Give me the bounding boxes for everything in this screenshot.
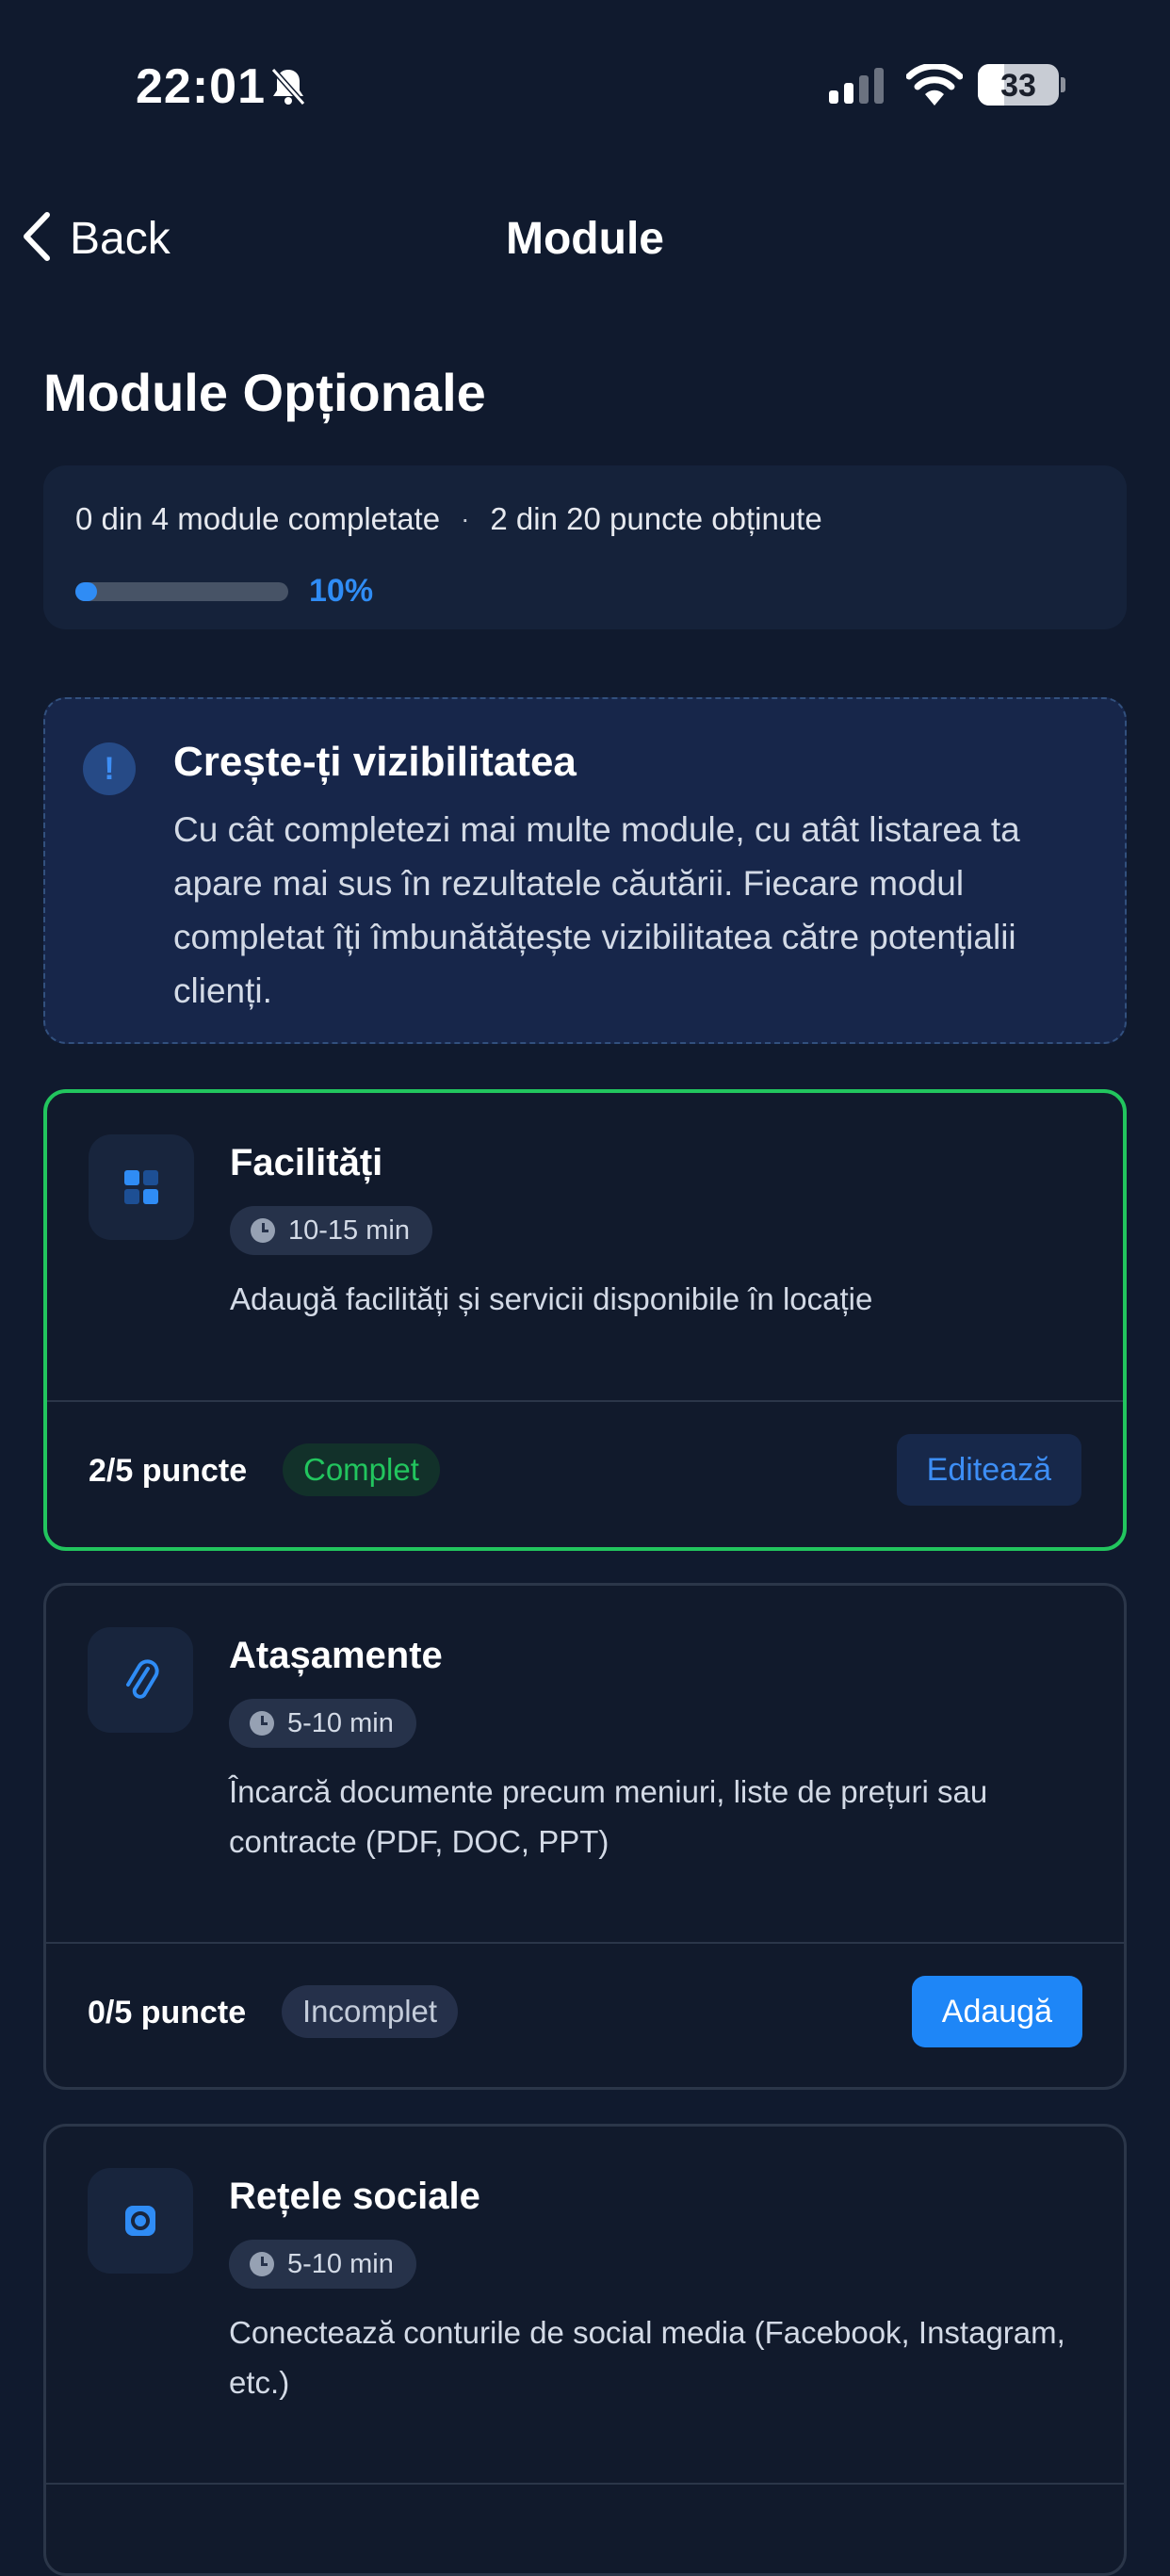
clock-icon [251, 1218, 275, 1243]
duration-badge: 10-15 min [230, 1206, 432, 1255]
points-earned-text: 2 din 20 puncte obținute [490, 501, 822, 536]
visibility-info-card: ! Crește-ți vizibilitatea Cu cât complet… [43, 697, 1127, 1044]
progress-summary: 0 din 4 module completate · 2 din 20 pun… [75, 501, 822, 537]
module-card-retele-sociale[interactable]: Rețele sociale 5-10 min Conectează contu… [43, 2124, 1127, 2576]
progress-bar-fill [75, 582, 97, 601]
divider [47, 1400, 1123, 1402]
info-body: Cu cât completezi mai multe module, cu a… [173, 810, 1020, 1010]
duration-text: 5-10 min [287, 2249, 394, 2279]
separator-dot: · [461, 504, 470, 533]
bell-slash-icon [269, 66, 307, 112]
status-time: 22:01 [136, 59, 266, 114]
duration-text: 10-15 min [288, 1215, 410, 1246]
clock-icon [250, 2252, 274, 2276]
nav-bar: Back Module [0, 170, 1170, 302]
cellular-signal-icon [829, 68, 889, 110]
module-title: Atașamente [229, 1635, 443, 1676]
status-bar: 22:01 33 [0, 0, 1170, 170]
duration-badge: 5-10 min [229, 2240, 416, 2289]
progress-percent: 10% [309, 573, 374, 609]
battery-icon: 33 [978, 64, 1059, 106]
status-badge: Complet [283, 1443, 440, 1496]
module-title: Facilități [230, 1142, 383, 1183]
nav-title: Module [506, 214, 664, 264]
module-description: Conectează conturile de social media (Fa… [229, 2315, 1065, 2400]
battery-percent: 33 [1000, 68, 1036, 104]
duration-text: 5-10 min [287, 1708, 394, 1738]
progress-card: 0 din 4 module completate · 2 din 20 pun… [43, 465, 1127, 629]
page-title: Module Opționale [43, 363, 486, 422]
module-points: 2/5 puncte [89, 1453, 248, 1489]
wifi-icon [905, 62, 964, 112]
status-badge: Incomplet [282, 1985, 459, 2038]
paperclip-icon [88, 1627, 193, 1733]
duration-badge: 5-10 min [229, 1699, 416, 1748]
instagram-icon [88, 2168, 193, 2274]
exclamation-icon: ! [83, 742, 136, 795]
divider [46, 1942, 1124, 1944]
module-title: Rețele sociale [229, 2176, 480, 2217]
module-points: 0/5 puncte [88, 1995, 247, 2030]
progress-bar [75, 582, 288, 601]
battery-tip [1061, 77, 1065, 92]
module-description: Încarcă documente precum meniuri, liste … [229, 1774, 988, 1859]
divider [46, 2483, 1124, 2485]
module-description: Adaugă facilități și servicii disponibil… [230, 1281, 873, 1316]
module-card-facilitati[interactable]: Facilități 10-15 min Adaugă facilități ș… [43, 1089, 1127, 1551]
edit-button[interactable]: Editează [896, 1434, 1081, 1506]
grid-icon [89, 1134, 194, 1240]
info-title: Crește-ți vizibilitatea [173, 739, 577, 785]
module-card-atasamente[interactable]: Atașamente 5-10 min Încarcă documente pr… [43, 1583, 1127, 2090]
add-button[interactable]: Adaugă [911, 1976, 1082, 2047]
clock-icon [250, 1711, 274, 1736]
modules-completed-text: 0 din 4 module completate [75, 501, 441, 536]
